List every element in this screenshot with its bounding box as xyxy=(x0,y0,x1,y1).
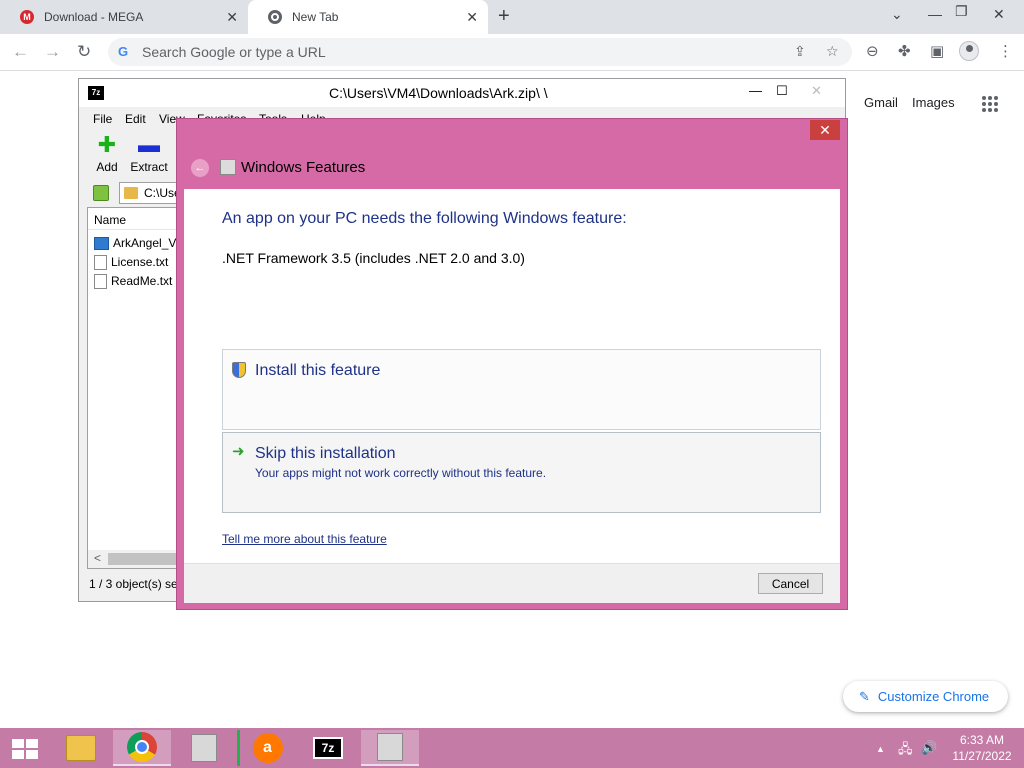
menu-file[interactable]: File xyxy=(93,112,112,126)
skip-installation-option[interactable]: ➜ Skip this installation Your apps might… xyxy=(222,432,821,513)
tab-close-icon[interactable]: ✕ xyxy=(226,9,238,25)
show-hidden-icons-chevron[interactable]: ▲ xyxy=(876,744,885,754)
tell-me-more-link[interactable]: Tell me more about this feature xyxy=(222,532,387,546)
dialog-close-button[interactable]: ✕ xyxy=(810,120,840,140)
omnibox[interactable]: G ⇪ ☆ xyxy=(108,38,852,66)
windows-features-icon xyxy=(377,733,403,761)
file-name: License.txt xyxy=(111,255,169,269)
mega-icon: M xyxy=(20,10,34,24)
chrome-icon xyxy=(127,732,157,762)
address-input[interactable] xyxy=(142,43,762,61)
reload-button[interactable]: ↻ xyxy=(77,42,91,62)
clock-time: 6:33 AM xyxy=(959,733,1005,747)
extension-icon[interactable]: ⊖ xyxy=(866,42,879,60)
clock-date: 11/27/2022 xyxy=(952,749,1012,763)
7zip-icon: 7z xyxy=(88,86,104,100)
start-button[interactable] xyxy=(12,739,38,759)
customize-chrome-label: Customize Chrome xyxy=(877,689,990,704)
menu-edit[interactable]: Edit xyxy=(125,112,146,126)
forward-button[interactable]: → xyxy=(44,42,61,62)
column-header-label: Name xyxy=(94,213,127,227)
folder-icon xyxy=(124,187,138,199)
new-tab-button[interactable]: + xyxy=(498,6,510,26)
tab-new-tab[interactable]: New Tab ✕ xyxy=(248,0,488,34)
close-window-button[interactable]: ✕ xyxy=(993,6,1005,23)
back-button[interactable]: ← xyxy=(12,42,29,62)
extract-label: Extract xyxy=(130,160,168,174)
profile-avatar[interactable] xyxy=(959,41,979,61)
tab-download-mega[interactable]: M Download - MEGA ✕ xyxy=(0,0,248,34)
file-explorer-icon xyxy=(66,735,96,761)
7zip-close-button[interactable]: ✕ xyxy=(811,83,822,99)
windows-taskbar: a 7z xyxy=(0,728,1024,768)
taskbar-setup[interactable] xyxy=(175,730,233,766)
up-folder-icon[interactable] xyxy=(93,185,109,201)
dialog-heading: An app on your PC needs the following Wi… xyxy=(222,210,627,227)
cancel-button[interactable]: Cancel xyxy=(758,573,823,594)
windows-features-icon xyxy=(220,159,236,175)
bookmark-star-icon[interactable]: ☆ xyxy=(826,43,839,60)
plus-icon: ✚ xyxy=(97,132,117,157)
uac-shield-icon xyxy=(232,362,246,378)
restore-button[interactable]: ❐ xyxy=(955,3,968,20)
install-feature-option[interactable]: Install this feature xyxy=(222,349,821,430)
minimize-button[interactable]: — xyxy=(928,6,942,22)
minus-icon: ▬ xyxy=(138,132,160,157)
side-panel-icon[interactable]: ▣ xyxy=(930,42,944,60)
install-feature-label: Install this feature xyxy=(255,362,381,379)
tab-title: Download - MEGA xyxy=(44,10,144,24)
taskbar-windows-features[interactable] xyxy=(361,730,419,766)
exe-file-icon xyxy=(94,236,109,250)
7zip-maximize-button[interactable]: ☐ xyxy=(776,83,788,99)
tab-search-icon[interactable]: ⌄ xyxy=(891,6,903,23)
google-apps-icon[interactable] xyxy=(982,96,998,112)
skip-installation-description: Your apps might not work correctly witho… xyxy=(255,466,547,480)
dialog-header: ← Windows Features xyxy=(184,149,840,189)
dialog-title: Windows Features xyxy=(241,159,366,176)
taskbar-7zip[interactable]: 7z xyxy=(299,730,357,766)
7zip-icon: 7z xyxy=(313,737,343,759)
pencil-icon: ✎ xyxy=(859,688,870,704)
network-icon[interactable]: 🖧 xyxy=(898,740,913,762)
list-item[interactable]: ReadMe.txt xyxy=(94,272,172,290)
add-button[interactable]: ✚ Add xyxy=(85,132,129,175)
back-arrow-icon[interactable]: ← xyxy=(191,159,209,177)
tab-title: New Tab xyxy=(292,10,339,24)
list-item[interactable]: License.txt xyxy=(94,253,168,271)
chrome-icon xyxy=(268,10,282,24)
7zip-titlebar: 7z C:\Users\VM4\Downloads\Ark.zip\ \ — ☐… xyxy=(79,79,845,107)
share-icon[interactable]: ⇪ xyxy=(794,43,806,60)
google-icon: G xyxy=(118,44,129,59)
puzzle-icon[interactable]: ✤ xyxy=(898,42,911,60)
7zip-title: C:\Users\VM4\Downloads\Ark.zip\ \ xyxy=(329,85,548,101)
browser-tabstrip: M Download - MEGA ✕ New Tab ✕ + ⌄ — ❐ ✕ xyxy=(0,0,1024,34)
feature-name: .NET Framework 3.5 (includes .NET 2.0 an… xyxy=(222,250,525,266)
taskbar-file-explorer[interactable] xyxy=(52,730,110,766)
setup-icon xyxy=(191,734,217,762)
dialog-body: An app on your PC needs the following Wi… xyxy=(184,189,840,563)
windows-features-dialog: ✕ ← Windows Features An app on your PC n… xyxy=(176,118,848,610)
volume-icon[interactable]: 🔊 xyxy=(921,740,937,756)
taskbar-avast[interactable]: a xyxy=(237,730,295,766)
file-name: ArkAngel_V6 xyxy=(113,236,184,250)
add-label: Add xyxy=(96,160,118,174)
scroll-left-icon[interactable]: < xyxy=(94,551,101,565)
skip-installation-label: Skip this installation xyxy=(255,445,396,462)
gmail-link[interactable]: Gmail xyxy=(864,95,898,110)
text-file-icon xyxy=(94,273,107,289)
taskbar-chrome[interactable] xyxy=(113,730,171,766)
customize-chrome-button[interactable]: ✎ Customize Chrome xyxy=(843,681,1008,712)
images-link[interactable]: Images xyxy=(912,95,955,110)
system-clock[interactable]: 6:33 AM 11/27/2022 xyxy=(946,732,1018,764)
list-item[interactable]: ArkAngel_V6 xyxy=(94,234,183,252)
tab-close-icon[interactable]: ✕ xyxy=(466,9,478,25)
7zip-minimize-button[interactable]: — xyxy=(749,83,762,98)
avast-icon: a xyxy=(252,733,283,763)
text-file-icon xyxy=(94,254,107,270)
dialog-footer: Cancel xyxy=(184,563,840,603)
menu-dots-icon[interactable]: ⋮ xyxy=(998,42,1013,60)
file-name: ReadMe.txt xyxy=(111,274,173,288)
green-arrow-icon: ➜ xyxy=(232,443,245,460)
extract-button[interactable]: ▬ Extract xyxy=(127,132,171,175)
